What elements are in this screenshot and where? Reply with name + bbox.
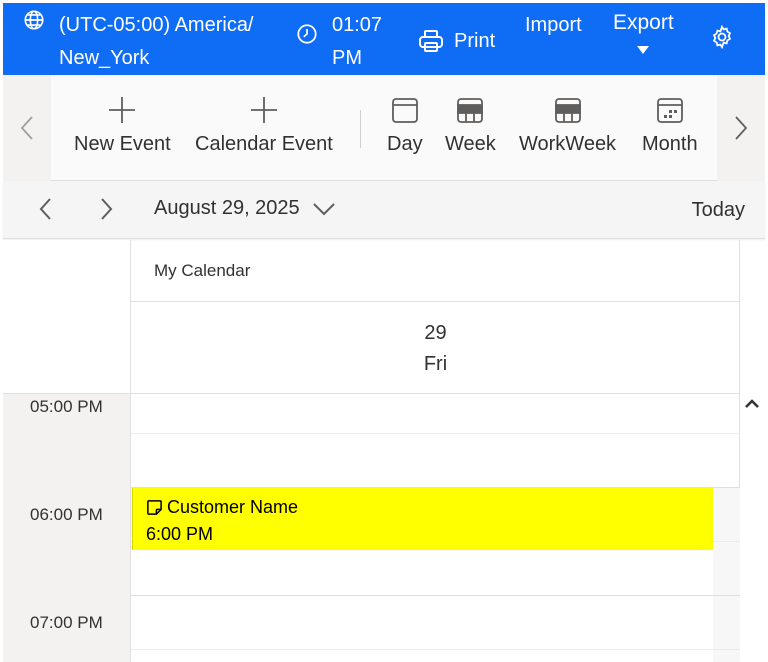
- resource-name: My Calendar: [154, 261, 251, 280]
- calendar-week-icon: [457, 98, 484, 123]
- chevron-right-icon: [735, 116, 748, 140]
- chevron-up-icon: [745, 399, 759, 408]
- export-label: Export: [613, 11, 674, 34]
- slot-shade: [713, 488, 740, 662]
- calendar-event-label: Calendar Event: [195, 133, 333, 155]
- grid-corner: [3, 240, 131, 393]
- week-view-button[interactable]: Week: [445, 93, 496, 156]
- day-name: Fri: [423, 353, 448, 375]
- calendar-day-icon: [391, 98, 418, 123]
- scroll-up-button[interactable]: [744, 397, 760, 415]
- month-label: Month: [642, 133, 698, 155]
- today-button[interactable]: Today: [692, 199, 745, 222]
- import-label: Import: [525, 14, 582, 36]
- calendar-month-icon: [656, 98, 683, 123]
- calendar-event-button[interactable]: Calendar Event: [195, 93, 333, 156]
- settings-button[interactable]: [710, 25, 734, 49]
- chevron-right-icon: [101, 198, 113, 220]
- workweek-view-button[interactable]: WorkWeek: [519, 93, 616, 156]
- timezone-line-1: (UTC-05:00) America/: [59, 14, 254, 36]
- half-hour-line: [131, 433, 740, 434]
- gear-icon: [712, 25, 732, 49]
- event-time: 6:00 PM: [146, 524, 214, 544]
- current-date: August 29, 2025: [154, 197, 300, 219]
- timezone-button[interactable]: [23, 9, 45, 31]
- new-event-label: New Event: [74, 133, 171, 155]
- timezone-line-2: New_York: [59, 47, 150, 69]
- next-date-button[interactable]: [95, 196, 117, 227]
- day-header[interactable]: 29 Fri: [131, 302, 740, 393]
- month-view-button[interactable]: Month: [642, 93, 698, 156]
- calendar-event[interactable]: Customer Name 6:00 PM: [132, 488, 713, 550]
- toolbar-scroll-left[interactable]: [3, 75, 51, 181]
- chevron-down-icon: [312, 202, 335, 215]
- time-label: 07:00 PM: [30, 613, 103, 632]
- app-header: (UTC-05:00) America/ New_York 01:07 PM P…: [3, 3, 765, 75]
- globe-icon: [24, 10, 44, 30]
- date-picker-button[interactable]: August 29, 2025: [154, 197, 336, 220]
- print-label: Print: [454, 30, 496, 52]
- time-line-1: 01:07: [332, 14, 383, 36]
- vertical-scrollbar[interactable]: [740, 393, 765, 662]
- print-button[interactable]: Print: [418, 25, 495, 57]
- chevron-left-icon: [20, 116, 33, 140]
- previous-date-button[interactable]: [35, 196, 57, 227]
- date-navigation: August 29, 2025 Today: [3, 181, 765, 239]
- time-column: 05:00 PM 06:00 PM 07:00 PM: [3, 393, 131, 662]
- event-title-row: Customer Name: [146, 496, 713, 518]
- new-event-button[interactable]: New Event: [74, 93, 171, 156]
- half-hour-line: [131, 649, 740, 650]
- import-button[interactable]: Import: [525, 9, 582, 41]
- chevron-down-icon: [637, 46, 650, 54]
- calendar-week-icon: [554, 98, 581, 123]
- chevron-left-icon: [39, 198, 51, 220]
- current-time: 01:07 PM: [332, 9, 392, 75]
- view-toolbar: New Event Calendar Event Day Week WorkWe…: [3, 75, 765, 181]
- week-label: Week: [445, 133, 496, 155]
- day-label: Day: [387, 133, 423, 155]
- time-label: 06:00 PM: [30, 505, 103, 524]
- plus-icon: [250, 97, 277, 123]
- workweek-label: WorkWeek: [519, 133, 617, 155]
- hour-line: [131, 595, 740, 596]
- plus-icon: [109, 97, 136, 123]
- event-title: Customer Name: [167, 497, 299, 517]
- day-slots[interactable]: Customer Name 6:00 PM: [131, 393, 740, 662]
- toolbar-scroll-right[interactable]: [717, 75, 765, 181]
- time-line-2: PM: [332, 47, 362, 69]
- day-number: 29: [424, 322, 447, 344]
- clock-icon: [297, 24, 317, 44]
- toolbar-divider: [360, 110, 361, 148]
- calendar-grid: My Calendar 29 Fri 05:00 PM 06:00 PM 07:…: [3, 240, 765, 662]
- clock-button[interactable]: [296, 23, 318, 45]
- note-icon: [147, 499, 162, 515]
- export-button[interactable]: Export: [613, 7, 674, 55]
- resource-header: My Calendar: [131, 240, 740, 302]
- time-label: 05:00 PM: [30, 397, 103, 416]
- day-view-button[interactable]: Day: [387, 93, 423, 156]
- timezone-label[interactable]: (UTC-05:00) America/ New_York: [59, 9, 269, 75]
- printer-icon: [419, 30, 443, 52]
